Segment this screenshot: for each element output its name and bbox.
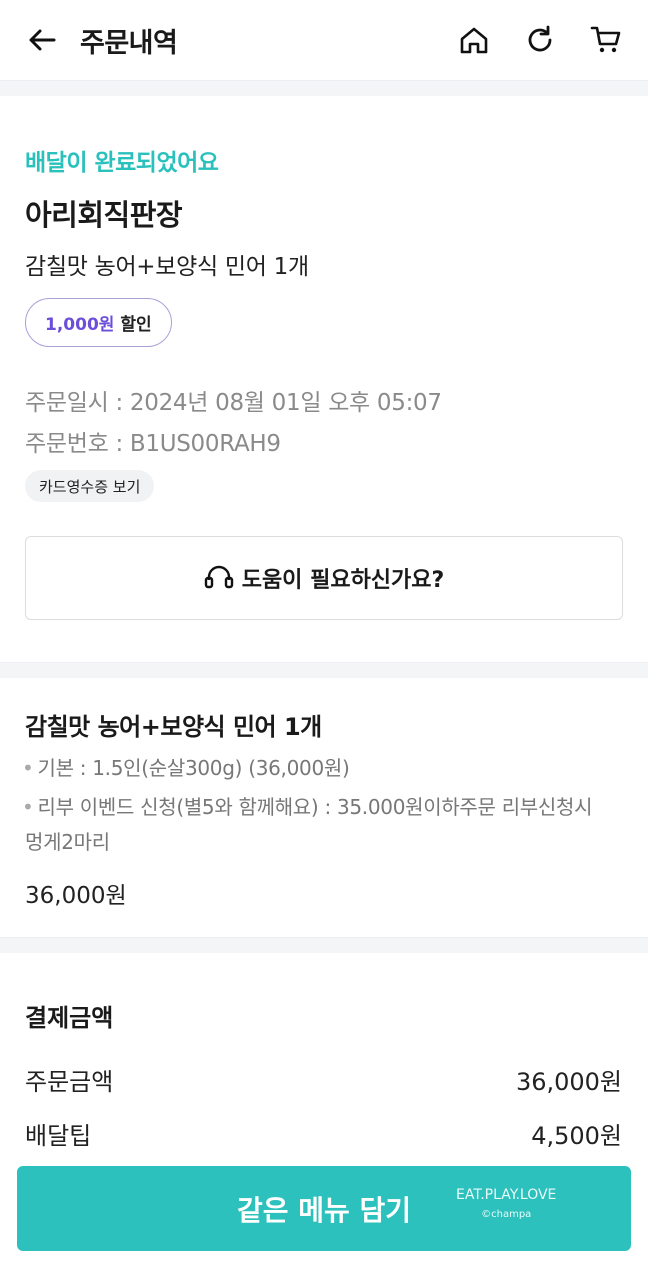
help-label: 도움이 필요하신가요? bbox=[241, 568, 445, 593]
menu-summary: 감칠맛 농어+보양식 민어 1개 bbox=[25, 254, 309, 280]
item-option: • 기본 : 1.5인(순살300g) (36,000원) bbox=[22, 756, 350, 780]
item-title: 감칠맛 농어+보양식 민어 1개 bbox=[25, 713, 322, 741]
refresh-icon[interactable] bbox=[522, 22, 558, 58]
payment-label: 배달팁 bbox=[25, 1122, 92, 1150]
back-arrow-icon[interactable] bbox=[24, 22, 60, 58]
item-option: • 리부 이벤드 신청(별5와 함께해요) : 35.000원이하주문 리부신청시 bbox=[22, 795, 593, 819]
section-divider bbox=[0, 937, 648, 953]
app-header: 주문내역 bbox=[0, 0, 648, 80]
payment-title: 결제금액 bbox=[25, 1004, 114, 1032]
home-icon[interactable] bbox=[456, 22, 492, 58]
order-date: 주문일시 : 2024년 08월 01일 오후 05:07 bbox=[25, 390, 442, 416]
discount-amount: 1,000원 bbox=[45, 315, 115, 335]
header-actions bbox=[456, 22, 624, 58]
cta-label: 같은 메뉴 담기 bbox=[236, 1193, 412, 1227]
item-price: 36,000원 bbox=[25, 883, 127, 909]
payment-label: 주문금액 bbox=[25, 1068, 114, 1096]
card-receipt-button[interactable]: 카드영수증 보기 bbox=[25, 470, 155, 502]
payment-row-order-amount: 주문금액 36,000원 bbox=[25, 1062, 622, 1097]
section-divider bbox=[0, 662, 648, 678]
cart-icon[interactable] bbox=[588, 22, 624, 58]
section-divider bbox=[0, 80, 648, 96]
help-button[interactable]: 도움이 필요하신가요? bbox=[25, 536, 623, 620]
page-title: 주문내역 bbox=[80, 27, 178, 59]
discount-label: 할인 bbox=[120, 315, 152, 335]
order-number: 주문번호 : B1US00RAH9 bbox=[25, 431, 281, 457]
watermark: EAT.PLAY.LOVE ©champa bbox=[456, 1187, 557, 1220]
item-option-continued: 멍게2마리 bbox=[25, 830, 110, 854]
delivery-status: 배달이 완료되었어요 bbox=[25, 150, 219, 176]
discount-badge: 1,000원 할인 bbox=[25, 298, 172, 347]
payment-row-delivery-tip: 배달팁 4,500원 bbox=[25, 1116, 622, 1151]
payment-value: 4,500원 bbox=[531, 1122, 622, 1150]
headset-icon bbox=[204, 565, 234, 591]
store-name[interactable]: 아리회직판장 bbox=[25, 192, 183, 234]
payment-value: 36,000원 bbox=[515, 1068, 622, 1096]
